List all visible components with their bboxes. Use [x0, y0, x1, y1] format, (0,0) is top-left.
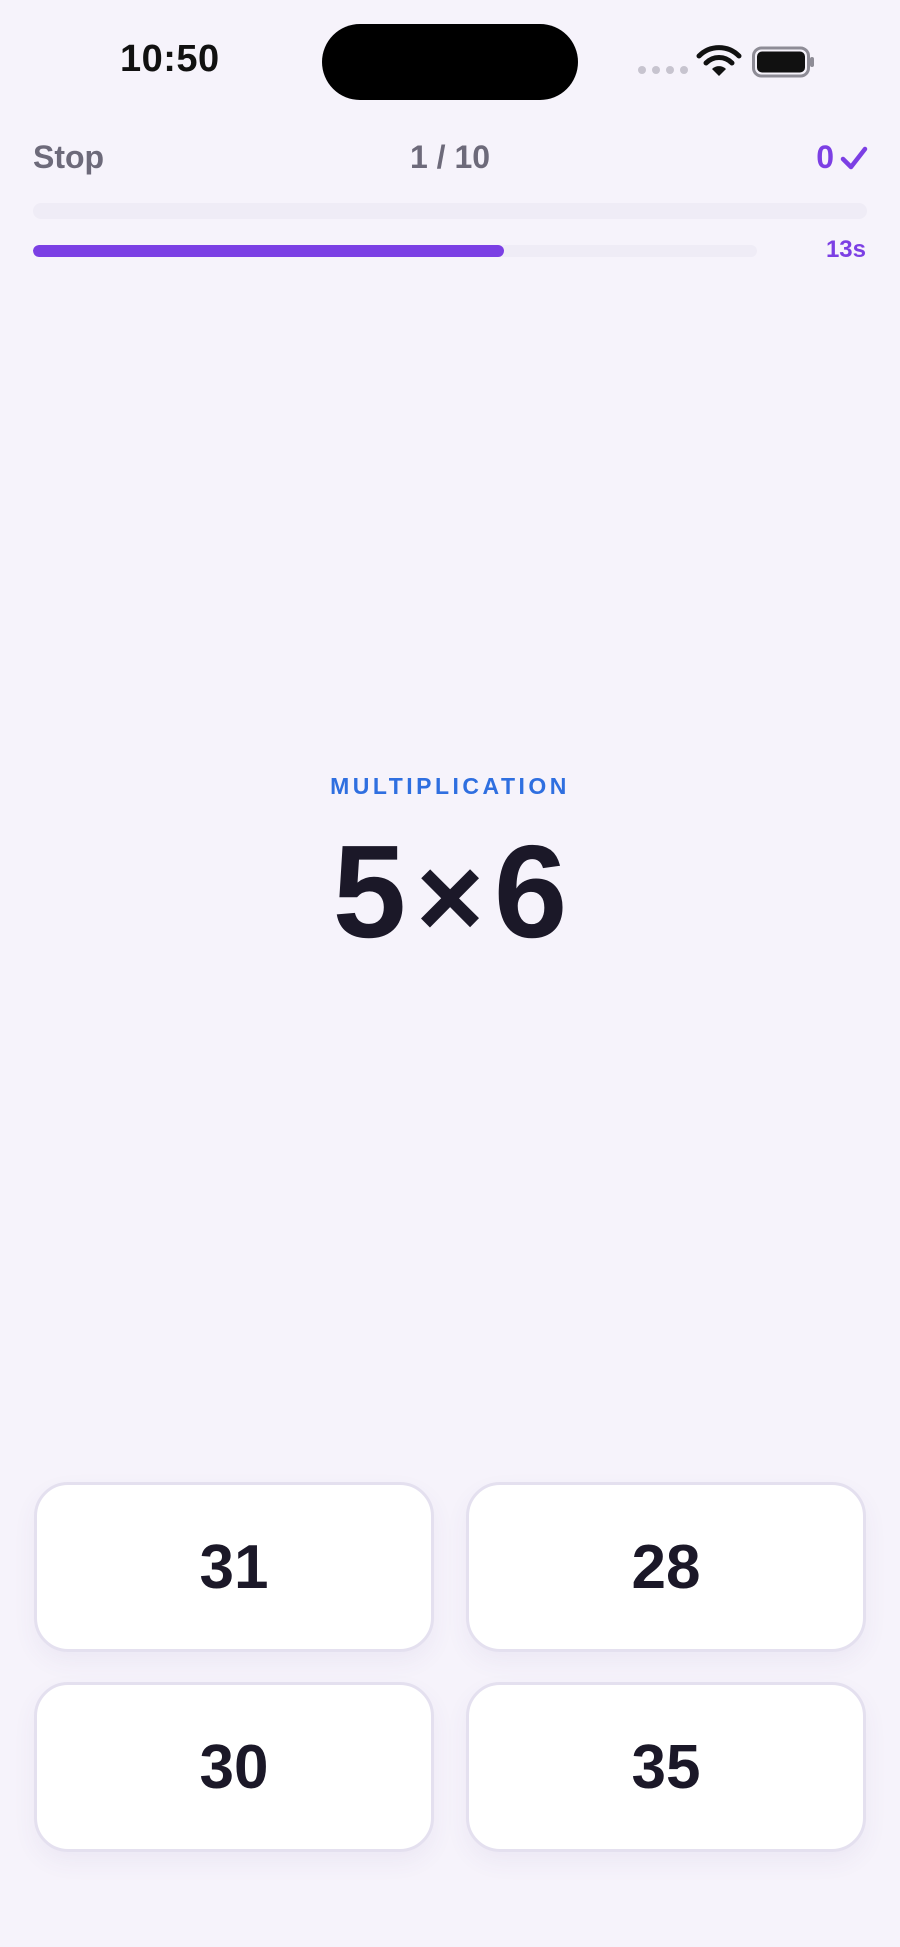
score-value: 0 [816, 139, 834, 175]
cellular-signal-icon [638, 66, 688, 74]
question-counter: 1 / 10 [409, 139, 491, 175]
session-progress-bar [33, 203, 867, 219]
wifi-icon [696, 45, 742, 76]
answer-button[interactable]: 30 [34, 1682, 434, 1852]
question-expression: 5×6 [0, 826, 900, 958]
operand-a: 5 [332, 818, 407, 965]
timer-bar-fill [33, 245, 504, 257]
answer-grid: 31 28 30 35 [34, 1482, 866, 1852]
quiz-screen: 10:50 Stop 1 / 10 0 13s MULTIPLICATION 5… [0, 0, 900, 1947]
operator: × [416, 832, 484, 962]
answer-button[interactable]: 35 [466, 1682, 866, 1852]
question-category: MULTIPLICATION [330, 773, 570, 799]
timer-label: 13s [825, 236, 866, 263]
score-display: 0 [816, 139, 868, 176]
battery-icon [752, 46, 814, 78]
dynamic-island [322, 24, 578, 100]
operand-b: 6 [493, 818, 568, 965]
checkmark-icon [840, 146, 868, 169]
timer-bar [33, 245, 757, 257]
answer-button[interactable]: 31 [34, 1482, 434, 1652]
status-time: 10:50 [120, 38, 220, 80]
answer-button[interactable]: 28 [466, 1482, 866, 1652]
